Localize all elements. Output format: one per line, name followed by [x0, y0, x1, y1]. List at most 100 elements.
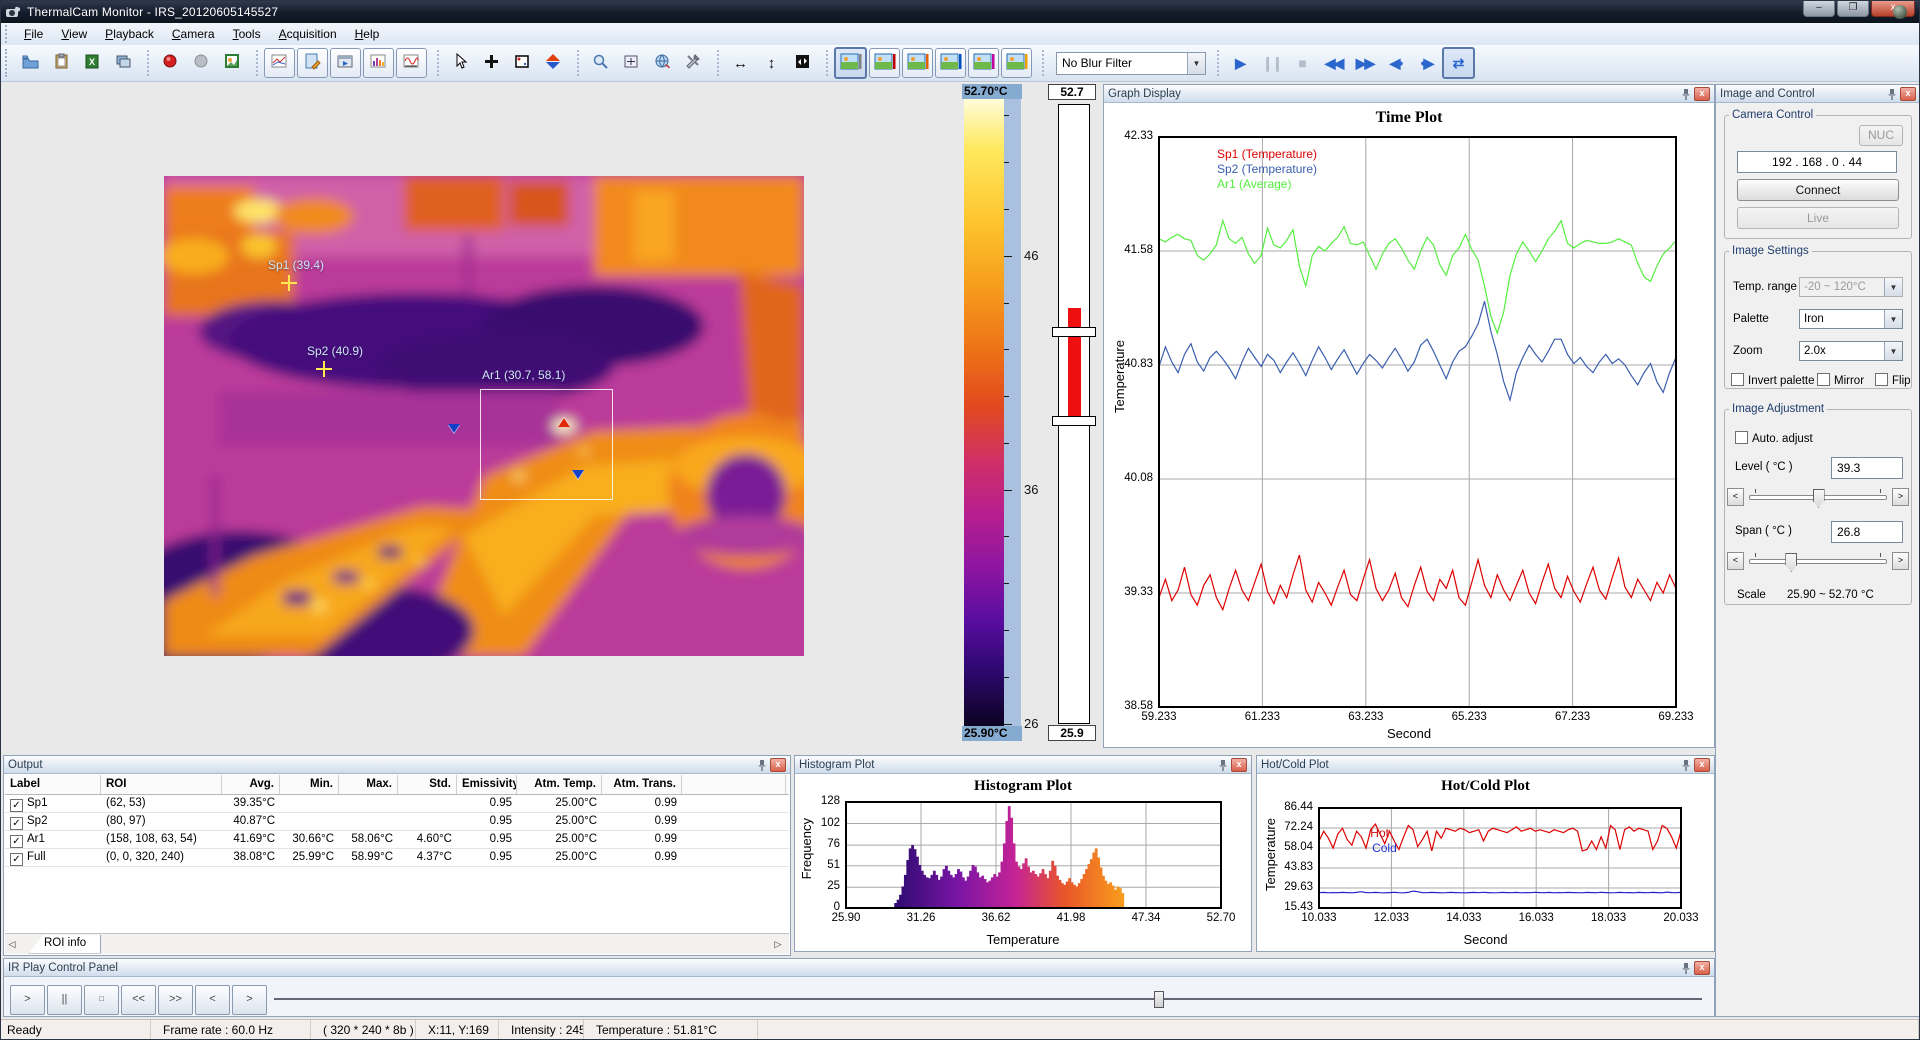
- output-header[interactable]: Output x: [4, 756, 790, 774]
- row-checkbox[interactable]: [10, 799, 23, 812]
- column-header-blank[interactable]: [682, 775, 786, 794]
- area1-roi-rect[interactable]: [480, 389, 613, 500]
- stop-button[interactable]: ■: [1287, 48, 1318, 78]
- nuc-button[interactable]: NUC: [1859, 125, 1903, 146]
- zoom-tool-button[interactable]: [585, 48, 616, 78]
- hotcold-header[interactable]: Hot/Cold Plot x: [1257, 756, 1714, 774]
- export-report-button[interactable]: X: [77, 48, 108, 78]
- column-header-emissivity[interactable]: Emissivity: [457, 775, 517, 794]
- stop-button[interactable]: □: [84, 985, 119, 1015]
- column-header-std[interactable]: Std.: [398, 775, 457, 794]
- step-forward-button[interactable]: •▶: [1411, 48, 1442, 78]
- zoom-select[interactable]: 2.0x ▼: [1799, 341, 1903, 361]
- pin-icon[interactable]: [1681, 962, 1691, 974]
- panel-close-icon[interactable]: x: [770, 758, 786, 772]
- step-back-button[interactable]: <: [195, 985, 230, 1015]
- menu-acquisition[interactable]: Acquisition: [270, 25, 346, 43]
- play-panel-header[interactable]: IR Play Control Panel x: [4, 959, 1714, 977]
- range-handle-upper[interactable]: [1052, 327, 1096, 337]
- span-increase-button[interactable]: >: [1892, 552, 1909, 570]
- play-button[interactable]: >: [10, 985, 45, 1015]
- play-button[interactable]: ▶: [1225, 48, 1256, 78]
- column-header-label[interactable]: Label: [5, 775, 101, 794]
- span-slider-thumb[interactable]: [1785, 553, 1797, 572]
- flip-checkbox[interactable]: Flip: [1875, 373, 1911, 387]
- column-header-max[interactable]: Max.: [339, 775, 398, 794]
- level-increase-button[interactable]: >: [1892, 488, 1909, 506]
- level-slider[interactable]: < >: [1727, 487, 1909, 505]
- seek-slider-thumb[interactable]: [1154, 991, 1164, 1008]
- menu-help[interactable]: Help: [346, 25, 389, 43]
- select-cursor-button[interactable]: [445, 48, 476, 78]
- blur-filter-select[interactable]: No Blur Filter▼: [1056, 52, 1206, 75]
- palette-1-button[interactable]: [834, 47, 867, 79]
- span-value-field[interactable]: 26.8: [1831, 521, 1903, 543]
- ip-address-field[interactable]: 192 . 168 . 0 . 44: [1737, 151, 1897, 173]
- span-decrease-button[interactable]: <: [1727, 552, 1744, 570]
- open-file-button[interactable]: [15, 48, 46, 78]
- pin-icon[interactable]: [1887, 88, 1897, 100]
- seek-slider-track[interactable]: [274, 998, 1702, 1000]
- spot2-crosshair[interactable]: [316, 361, 332, 377]
- flip-vertical-button[interactable]: ↕: [756, 48, 787, 78]
- level-decrease-button[interactable]: <: [1727, 488, 1744, 506]
- column-header-min[interactable]: Min.: [280, 775, 339, 794]
- add-area-button[interactable]: [507, 48, 538, 78]
- pause-button[interactable]: ❙❙: [1256, 48, 1287, 78]
- range-max-box[interactable]: 52.7: [1048, 84, 1096, 100]
- pause-button[interactable]: ||: [47, 985, 82, 1015]
- restore-button[interactable]: ❐: [1837, 1, 1869, 17]
- range-min-box[interactable]: 25.9: [1048, 725, 1096, 741]
- menu-camera[interactable]: Camera: [163, 25, 224, 43]
- player-panel-toggle-button[interactable]: [330, 48, 361, 78]
- snapshot-button[interactable]: [217, 48, 248, 78]
- settings-button[interactable]: [678, 48, 709, 78]
- temp-range-select[interactable]: -20 ~ 120°C ▼: [1799, 277, 1903, 297]
- thermal-image-view[interactable]: Sp1 (39.4) Sp2 (40.9) Ar1 (30.7, 58.1): [164, 176, 804, 656]
- palette-6-button[interactable]: [1001, 48, 1032, 78]
- graph-display-header[interactable]: Graph Display x: [1104, 85, 1714, 103]
- fast-forward-button[interactable]: ▶▶: [1349, 48, 1380, 78]
- palette-5-button[interactable]: [968, 48, 999, 78]
- column-header-atm_trans[interactable]: Atm. Trans.: [602, 775, 682, 794]
- step-back-button[interactable]: ◀•: [1380, 48, 1411, 78]
- auto-adjust-checkbox[interactable]: Auto. adjust: [1735, 431, 1813, 445]
- menu-tools[interactable]: Tools: [224, 25, 270, 43]
- rewind-button[interactable]: ◀◀: [1318, 48, 1349, 78]
- histogram-panel-toggle-button[interactable]: [363, 48, 394, 78]
- level-value-field[interactable]: 39.3: [1831, 457, 1903, 479]
- column-header-avg[interactable]: Avg.: [222, 775, 280, 794]
- record-button[interactable]: [155, 48, 186, 78]
- table-row[interactable]: Sp2(80, 97)40.87°C0.9525.00°C0.99: [5, 813, 789, 831]
- save-images-button[interactable]: [108, 48, 139, 78]
- panel-close-icon[interactable]: x: [1694, 87, 1710, 101]
- live-button[interactable]: Live: [1737, 207, 1899, 229]
- menu-playback[interactable]: Playback: [96, 25, 163, 43]
- tab-scroll-right-icon[interactable]: ▷: [771, 937, 785, 951]
- table-row[interactable]: Full(0, 0, 320, 240)38.08°C25.99°C58.99°…: [5, 849, 789, 867]
- graph-display-toggle-button[interactable]: [264, 48, 295, 78]
- tab-roi-info[interactable]: ROI info: [29, 935, 101, 954]
- connect-button[interactable]: Connect: [1737, 179, 1899, 201]
- pin-icon[interactable]: [1681, 88, 1691, 100]
- add-spot-button[interactable]: [476, 48, 507, 78]
- panel-close-icon[interactable]: x: [1694, 961, 1710, 975]
- record-stop-button[interactable]: [186, 48, 217, 78]
- pin-icon[interactable]: [757, 759, 767, 771]
- table-row[interactable]: Ar1(158, 108, 63, 54)41.69°C30.66°C58.06…: [5, 831, 789, 849]
- histogram-header[interactable]: Histogram Plot x: [795, 756, 1251, 774]
- pin-icon[interactable]: [1218, 759, 1228, 771]
- row-checkbox[interactable]: [10, 835, 23, 848]
- pin-icon[interactable]: [1681, 759, 1691, 771]
- step-forward-button[interactable]: >: [232, 985, 267, 1015]
- table-row[interactable]: Sp1(62, 53)39.35°C0.9525.00°C0.99: [5, 795, 789, 813]
- row-checkbox[interactable]: [10, 853, 23, 866]
- panel-close-icon[interactable]: x: [1231, 758, 1247, 772]
- isotherm-button[interactable]: [538, 48, 569, 78]
- column-header-atm_temp[interactable]: Atm. Temp.: [517, 775, 602, 794]
- palette-select[interactable]: Iron ▼: [1799, 309, 1903, 329]
- panel-close-icon[interactable]: x: [1900, 87, 1916, 101]
- column-header-roi[interactable]: ROI: [101, 775, 222, 794]
- rewind-button[interactable]: <<: [121, 985, 156, 1015]
- spot1-crosshair[interactable]: [281, 275, 297, 291]
